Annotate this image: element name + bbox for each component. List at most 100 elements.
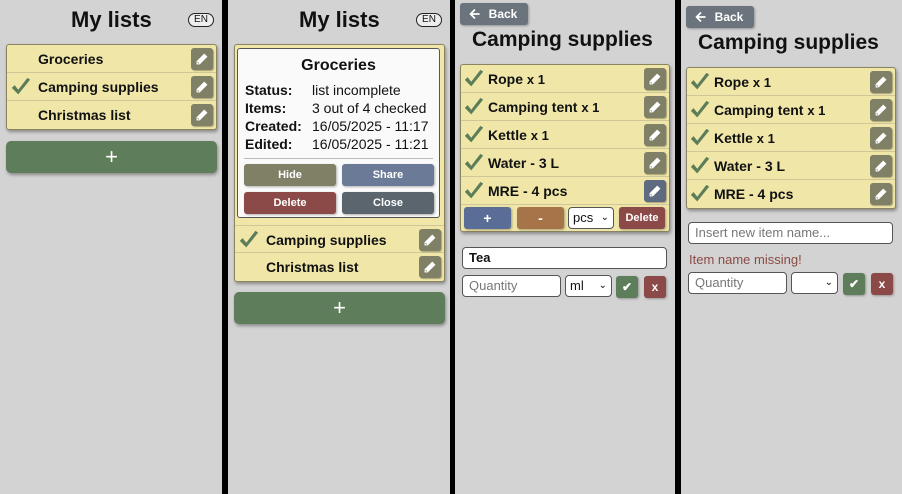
edit-list-button[interactable] bbox=[191, 76, 213, 98]
list-item[interactable]: Camping tent x 1 bbox=[687, 96, 895, 124]
cancel-item-button[interactable]: x bbox=[871, 273, 893, 295]
list-add-item-screen: Back Camping supplies Rope x 1 Camping t… bbox=[681, 0, 902, 494]
edit-item-button[interactable] bbox=[870, 127, 892, 149]
pencil-icon bbox=[424, 234, 436, 246]
unit-select[interactable]: pcs ⌄ bbox=[568, 207, 614, 229]
edit-item-button[interactable] bbox=[644, 68, 666, 90]
back-label: Back bbox=[714, 10, 744, 24]
created-label: Created: bbox=[245, 118, 302, 134]
checkmark-icon bbox=[238, 229, 260, 251]
list-name: Groceries bbox=[38, 51, 104, 67]
quantity-input[interactable]: Quantity bbox=[462, 275, 561, 297]
cancel-item-button[interactable]: x bbox=[644, 276, 666, 298]
pencil-icon bbox=[649, 157, 661, 169]
list-item[interactable]: MRE - 4 pcs bbox=[461, 177, 669, 205]
list-item[interactable]: Camping tent x 1 bbox=[461, 93, 669, 121]
checkmark-icon bbox=[463, 124, 485, 146]
list-item[interactable]: Groceries bbox=[7, 45, 216, 73]
list-details-screen: My lists EN Groceries Status: list incom… bbox=[228, 0, 450, 494]
list-item[interactable]: Water - 3 L bbox=[461, 149, 669, 177]
add-list-button[interactable]: + bbox=[234, 292, 445, 324]
check-icon: ✔ bbox=[621, 280, 633, 294]
pencil-icon bbox=[875, 76, 887, 88]
item-name: Camping tent bbox=[488, 99, 578, 115]
edited-label: Edited: bbox=[245, 136, 293, 152]
close-button[interactable]: Close bbox=[342, 192, 434, 214]
items-box: Rope x 1 Camping tent x 1 Kettle x 1 Wat… bbox=[686, 67, 896, 209]
item-quantity: x 1 bbox=[581, 100, 600, 115]
check-icon: ✔ bbox=[848, 277, 860, 291]
decrease-quantity-button[interactable]: - bbox=[517, 207, 564, 229]
list-item[interactable]: Kettle x 1 bbox=[461, 121, 669, 149]
list-item[interactable]: Christmas list bbox=[7, 101, 216, 129]
back-label: Back bbox=[488, 7, 518, 21]
checkmark-icon bbox=[463, 96, 485, 118]
list-item[interactable]: Camping supplies bbox=[235, 225, 444, 253]
checkmark-icon bbox=[10, 76, 32, 98]
list-item[interactable]: MRE - 4 pcs bbox=[687, 180, 895, 208]
list-item[interactable]: Rope x 1 bbox=[461, 65, 669, 93]
quantity-unit-select[interactable]: ⌄ bbox=[791, 272, 838, 294]
edit-item-button[interactable] bbox=[870, 155, 892, 177]
item-name-input[interactable]: Tea bbox=[462, 247, 667, 269]
edit-item-button[interactable] bbox=[870, 183, 892, 205]
pencil-icon bbox=[649, 73, 661, 85]
pencil-icon bbox=[875, 104, 887, 116]
item-name: MRE - 4 pcs bbox=[714, 186, 794, 202]
pencil-icon bbox=[875, 160, 887, 172]
pencil-icon bbox=[649, 129, 661, 141]
quantity-unit-select[interactable]: ml ⌄ bbox=[565, 275, 612, 297]
list-item[interactable]: Rope x 1 bbox=[687, 68, 895, 96]
status-value: list incomplete bbox=[312, 82, 401, 98]
delete-button[interactable]: Delete bbox=[244, 192, 336, 214]
increase-quantity-button[interactable]: + bbox=[464, 207, 511, 229]
edit-item-button[interactable] bbox=[870, 71, 892, 93]
edit-list-button[interactable] bbox=[419, 256, 441, 278]
checkmark-icon bbox=[689, 155, 711, 177]
delete-item-button[interactable]: Delete bbox=[619, 207, 665, 229]
chevron-down-icon: ⌄ bbox=[824, 277, 833, 288]
unit-value: pcs bbox=[573, 210, 594, 225]
lists-overview-screen: My lists EN Groceries Camping supplies C… bbox=[0, 0, 222, 494]
list-item[interactable]: Camping supplies bbox=[7, 73, 216, 101]
items-box: Rope x 1 Camping tent x 1 Kettle x 1 Wat… bbox=[460, 64, 670, 232]
share-button[interactable]: Share bbox=[342, 164, 434, 186]
edit-item-button[interactable] bbox=[644, 124, 666, 146]
pencil-icon bbox=[196, 53, 208, 65]
item-quantity: x 1 bbox=[752, 75, 771, 90]
list-name: Camping supplies bbox=[266, 232, 387, 248]
new-item-input[interactable]: Insert new item name... bbox=[688, 222, 893, 244]
edit-item-button[interactable] bbox=[870, 99, 892, 121]
back-button[interactable]: Back bbox=[460, 3, 528, 25]
pencil-icon bbox=[649, 185, 661, 197]
item-name: Kettle bbox=[714, 130, 753, 146]
chevron-down-icon: ⌄ bbox=[600, 212, 609, 223]
hide-button[interactable]: Hide bbox=[244, 164, 336, 186]
item-quantity: x 1 bbox=[807, 103, 826, 118]
divider bbox=[244, 158, 433, 159]
arrow-left-icon bbox=[695, 11, 707, 23]
checkmark-icon bbox=[463, 152, 485, 174]
list-name: Camping supplies bbox=[38, 79, 159, 95]
list-item[interactable]: Kettle x 1 bbox=[687, 124, 895, 152]
quantity-input[interactable]: Quantity bbox=[688, 272, 787, 294]
confirm-item-button[interactable]: ✔ bbox=[616, 276, 638, 298]
edit-item-button[interactable] bbox=[644, 180, 666, 202]
list-title: Camping supplies bbox=[472, 28, 653, 51]
item-edit-controls: + - pcs ⌄ Delete bbox=[461, 206, 669, 232]
edit-list-button[interactable] bbox=[419, 229, 441, 251]
back-button[interactable]: Back bbox=[686, 6, 754, 28]
item-quantity: x 1 bbox=[526, 72, 545, 87]
list-item[interactable]: Water - 3 L bbox=[687, 152, 895, 180]
list-info-card: Groceries Status: list incomplete Items:… bbox=[237, 48, 440, 218]
edit-item-button[interactable] bbox=[644, 96, 666, 118]
edit-list-button[interactable] bbox=[191, 104, 213, 126]
language-toggle[interactable]: EN bbox=[188, 13, 214, 27]
language-toggle[interactable]: EN bbox=[416, 13, 442, 27]
edit-item-button[interactable] bbox=[644, 152, 666, 174]
add-list-button[interactable]: + bbox=[6, 141, 217, 173]
list-item[interactable]: Christmas list bbox=[235, 253, 444, 281]
item-name: Rope bbox=[714, 74, 749, 90]
confirm-item-button[interactable]: ✔ bbox=[843, 273, 865, 295]
edit-list-button[interactable] bbox=[191, 48, 213, 70]
